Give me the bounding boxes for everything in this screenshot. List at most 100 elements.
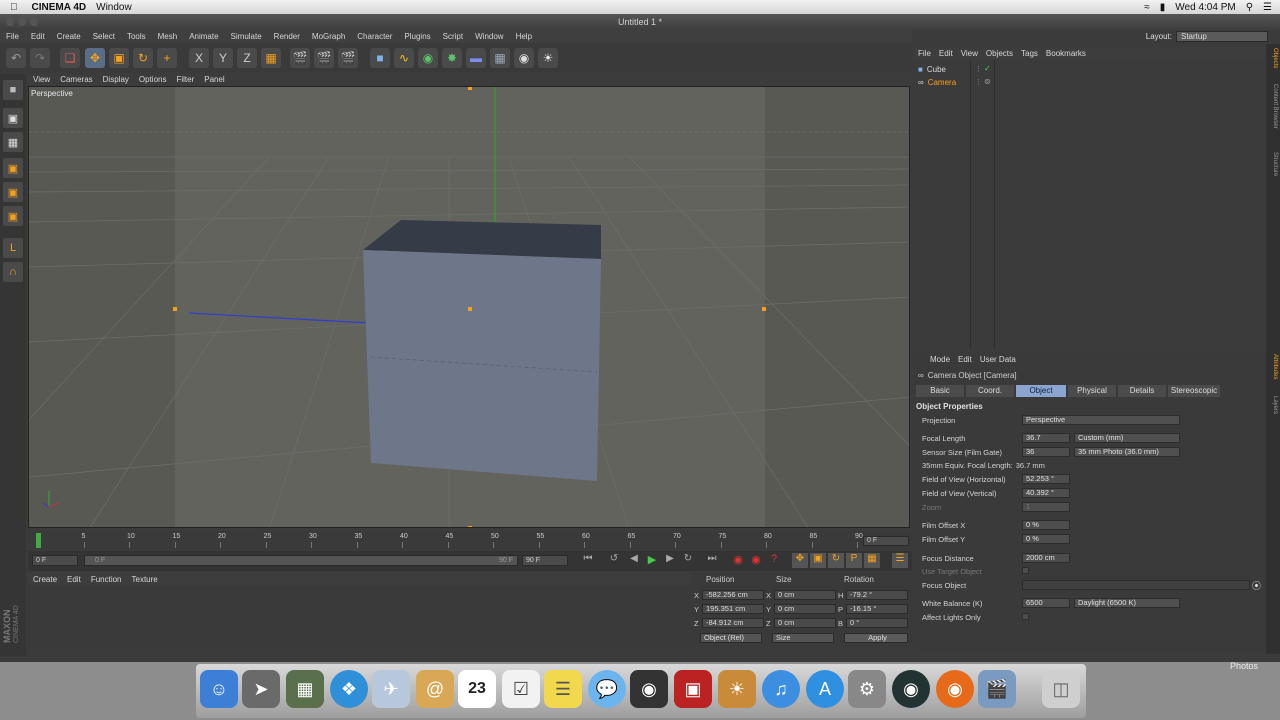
goto-end-icon[interactable]: ⏭	[704, 553, 720, 568]
camera-icon[interactable]: ◉	[514, 48, 534, 68]
use-target-checkbox[interactable]	[1022, 567, 1029, 574]
search-icon[interactable]: ⚲	[1246, 2, 1253, 13]
floor-icon[interactable]: ▦	[490, 48, 510, 68]
menu-plugins[interactable]: Plugins	[404, 32, 430, 41]
notes-icon[interactable]: ☰	[544, 670, 582, 708]
axis-mode-icon[interactable]: L	[3, 238, 23, 258]
redo-icon[interactable]: ↷	[30, 48, 50, 68]
spline-icon[interactable]: ∿	[394, 48, 414, 68]
current-frame-field[interactable]: 0 F	[863, 536, 909, 546]
play-icon[interactable]: ▶	[644, 553, 660, 568]
menu-window[interactable]: Window	[475, 32, 503, 41]
camera-tag-icon[interactable]: ⊚	[984, 77, 991, 86]
sensor-preset-dropdown[interactable]: 35 mm Photo (36.0 mm)	[1074, 447, 1180, 457]
deformer-icon[interactable]: ▬	[466, 48, 486, 68]
menubar-app-name[interactable]: CINEMA 4D	[32, 2, 87, 13]
render-queue-icon[interactable]: 🎬	[978, 670, 1016, 708]
render-settings-icon[interactable]: 🎬	[338, 48, 358, 68]
snap-icon[interactable]: ∩	[3, 262, 23, 282]
tab-stereoscopic[interactable]: Stereoscopic	[1168, 385, 1220, 397]
focus-distance-field[interactable]: 2000 cm	[1022, 553, 1070, 563]
tab-coord[interactable]: Coord.	[966, 385, 1014, 397]
finder-icon[interactable]: ☺	[200, 670, 238, 708]
scheme-menu-icon[interactable]: ☰	[892, 553, 908, 568]
key-position-icon[interactable]: ✥	[792, 553, 808, 568]
menu-file[interactable]: File	[6, 32, 19, 41]
goto-start-icon[interactable]: ⏮	[580, 553, 596, 568]
pos-y-field[interactable]: 195.351 cm	[702, 604, 764, 614]
menu-tools[interactable]: Tools	[127, 32, 146, 41]
attributes-menu-mode[interactable]: Mode	[930, 355, 950, 364]
points-mode-icon[interactable]: ▣	[3, 158, 23, 178]
attributes-menu-user-data[interactable]: User Data	[980, 355, 1016, 364]
focal-preset-dropdown[interactable]: Custom (mm)	[1074, 433, 1180, 443]
make-editable-icon[interactable]: ■	[3, 80, 23, 100]
start-frame-field[interactable]: 0 F	[32, 555, 78, 566]
viewport-menu-filter[interactable]: Filter	[176, 75, 194, 84]
attributes-menu-edit[interactable]: Edit	[958, 355, 972, 364]
objects-menu-tags[interactable]: Tags	[1021, 49, 1038, 58]
rotate-icon[interactable]: ↻	[133, 48, 153, 68]
3d-viewport[interactable]: Perspective	[28, 86, 910, 528]
menu-simulate[interactable]: Simulate	[231, 32, 262, 41]
tree-item-cube[interactable]: ■ Cube	[918, 64, 946, 75]
tab-basic[interactable]: Basic	[916, 385, 964, 397]
cube-primitive-icon[interactable]: ■	[370, 48, 390, 68]
visibility-dots-icon[interactable]: ⋮	[975, 78, 982, 86]
iphoto-icon[interactable]: ☀	[718, 670, 756, 708]
material-menu-function[interactable]: Function	[91, 575, 122, 584]
y-axis-icon[interactable]: Y	[213, 48, 233, 68]
tab-object[interactable]: Object	[1016, 385, 1066, 397]
trash-icon[interactable]: ◫	[1042, 670, 1080, 708]
itunes-icon[interactable]: ♫	[762, 670, 800, 708]
calendar-icon[interactable]: 23	[458, 670, 496, 708]
key-pla-icon[interactable]: ▦	[864, 553, 880, 568]
menu-edit[interactable]: Edit	[31, 32, 45, 41]
viewport-menu-display[interactable]: Display	[103, 75, 129, 84]
sensor-size-field[interactable]: 36	[1022, 447, 1070, 457]
zoom-button[interactable]	[30, 18, 38, 26]
safari-icon[interactable]: ❖	[330, 670, 368, 708]
tree-item-camera[interactable]: ∞ Camera	[918, 77, 956, 88]
side-tab-objects[interactable]: Objects	[1268, 48, 1278, 68]
add-icon[interactable]: +	[157, 48, 177, 68]
keyframe-selection-icon[interactable]: ?	[766, 553, 782, 568]
material-menu-create[interactable]: Create	[33, 575, 57, 584]
playhead[interactable]	[36, 533, 41, 548]
menu-create[interactable]: Create	[57, 32, 81, 41]
live-selection-icon[interactable]: ❑	[60, 48, 80, 68]
tab-details[interactable]: Details	[1118, 385, 1166, 397]
menu-render[interactable]: Render	[274, 32, 300, 41]
menu-select[interactable]: Select	[93, 32, 115, 41]
viewport-menu-view[interactable]: View	[33, 75, 50, 84]
menubar-clock[interactable]: Wed 4:04 PM	[1175, 2, 1235, 13]
record-icon[interactable]: ◉	[730, 553, 746, 568]
polygons-mode-icon[interactable]: ▣	[3, 206, 23, 226]
objects-menu-edit[interactable]: Edit	[939, 49, 953, 58]
end-frame-field[interactable]: 90 F	[522, 555, 568, 566]
texture-mode-icon[interactable]: ▦	[3, 132, 23, 152]
objects-menu-view[interactable]: View	[961, 49, 978, 58]
key-rotation-icon[interactable]: ↻	[828, 553, 844, 568]
next-frame-icon[interactable]: ▶	[662, 553, 678, 568]
fov-vertical-field[interactable]: 40.392 °	[1022, 488, 1070, 498]
wifi-icon[interactable]: ≈	[1144, 2, 1150, 13]
render-picture-viewer-icon[interactable]: 🎬	[314, 48, 334, 68]
mail-stamp-icon[interactable]: ✈	[372, 670, 410, 708]
focus-object-link[interactable]	[1022, 580, 1250, 590]
previous-frame-icon[interactable]: ◀	[626, 553, 642, 568]
menu-mesh[interactable]: Mesh	[158, 32, 178, 41]
model-mode-icon[interactable]: ▣	[3, 108, 23, 128]
visibility-dots-icon[interactable]: ⋮	[975, 65, 982, 73]
menu-script[interactable]: Script	[443, 32, 463, 41]
reminders-icon[interactable]: ☑	[502, 670, 540, 708]
facetime-icon[interactable]: ◉	[630, 670, 668, 708]
material-menu-texture[interactable]: Texture	[132, 575, 158, 584]
photo-booth-icon[interactable]: ▣	[674, 670, 712, 708]
size-z-field[interactable]: 0 cm	[774, 618, 836, 628]
viewport-menu-cameras[interactable]: Cameras	[60, 75, 92, 84]
material-manager[interactable]	[28, 586, 690, 648]
viewport-menu-panel[interactable]: Panel	[204, 75, 224, 84]
projection-dropdown[interactable]: Perspective	[1022, 415, 1180, 425]
side-tab-structure[interactable]: Structure	[1268, 152, 1278, 176]
